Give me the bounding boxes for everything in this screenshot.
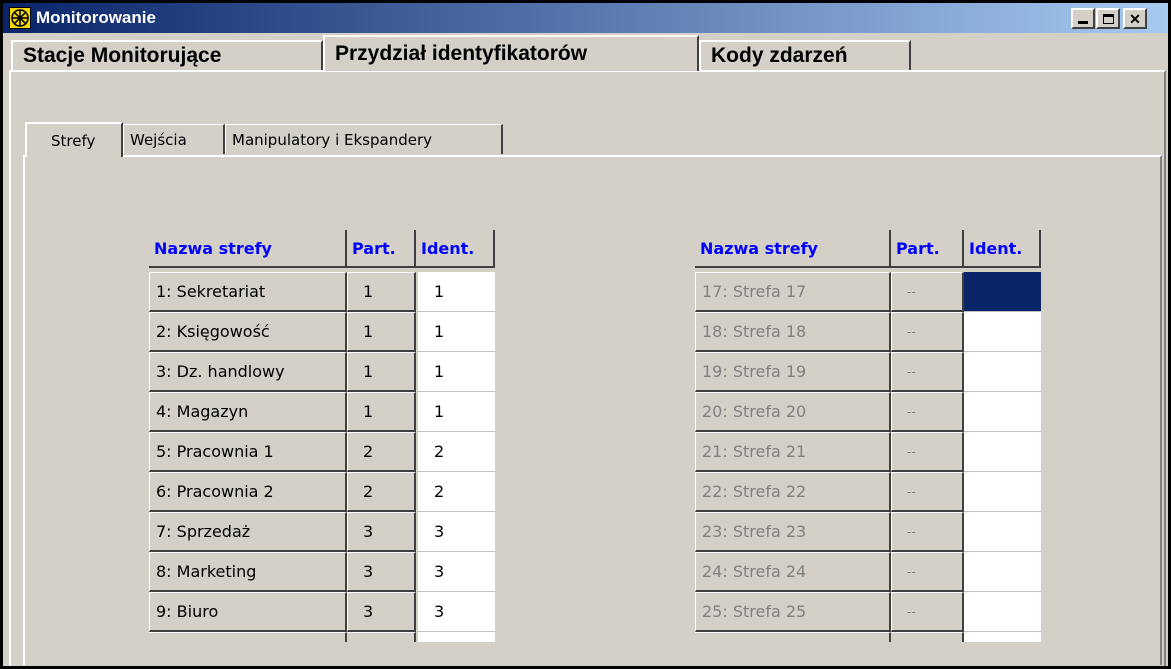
zone-ident-cell[interactable]: [964, 432, 1041, 472]
header-part: Part.: [891, 230, 964, 268]
zone-part-cell: 1: [347, 352, 416, 392]
partial-row: [418, 632, 495, 642]
zone-ident-cell[interactable]: [964, 552, 1041, 592]
zone-ident-cell[interactable]: 3: [418, 512, 495, 552]
zone-name-cell: 17: Strefa 17: [695, 272, 891, 312]
partial-row: [695, 632, 891, 642]
zone-ident-cell[interactable]: 1: [418, 392, 495, 432]
zone-name-cell: 19: Strefa 19: [695, 352, 891, 392]
zone-part-cell: --: [891, 272, 964, 312]
monitor-wheel-icon[interactable]: [9, 7, 31, 29]
title-bar[interactable]: Monitorowanie ✕: [3, 3, 1168, 33]
zone-part-cell: --: [891, 312, 964, 352]
tab-label: Wejścia: [130, 130, 187, 149]
zone-name-cell: 1: Sekretariat: [149, 272, 347, 312]
zone-part-cell: 2: [347, 432, 416, 472]
zone-part-cell: --: [891, 432, 964, 472]
header-part: Part.: [347, 230, 416, 268]
zone-part-cell: --: [891, 392, 964, 432]
tab-label: Strefy: [51, 131, 96, 150]
zone-ident-cell[interactable]: [964, 512, 1041, 552]
tab-strefy[interactable]: Strefy: [25, 122, 123, 157]
minimize-icon: [1078, 21, 1088, 24]
zone-part-cell: --: [891, 552, 964, 592]
partial-row: [891, 632, 964, 642]
zone-part-cell: --: [891, 592, 964, 632]
zone-name-cell: 5: Pracownia 1: [149, 432, 347, 472]
zone-ident-cell[interactable]: 3: [418, 552, 495, 592]
partial-row: [347, 632, 416, 642]
zone-name-cell: 22: Strefa 22: [695, 472, 891, 512]
zone-name-cell: 8: Marketing: [149, 552, 347, 592]
tab-label: Manipulatory i Ekspandery: [232, 130, 432, 149]
minimize-button[interactable]: [1071, 8, 1095, 29]
zone-part-cell: 1: [347, 392, 416, 432]
zone-ident-cell[interactable]: 1: [418, 312, 495, 352]
zone-ident-cell[interactable]: [964, 592, 1041, 632]
tab-stacje-monitorujace[interactable]: Stacje Monitorujące: [11, 40, 323, 70]
zone-ident-cell[interactable]: 2: [418, 472, 495, 512]
tab-manipulatory-i-ekspandery[interactable]: Manipulatory i Ekspandery: [225, 124, 503, 154]
zone-name-cell: 24: Strefa 24: [695, 552, 891, 592]
zone-ident-cell[interactable]: [964, 352, 1041, 392]
zone-ident-cell[interactable]: 1: [418, 272, 495, 312]
zone-name-cell: 25: Strefa 25: [695, 592, 891, 632]
header-ident: Ident.: [964, 230, 1041, 268]
zone-ident-cell-selected[interactable]: [964, 272, 1041, 312]
zone-part-cell: 3: [347, 592, 416, 632]
tab-wejscia[interactable]: Wejścia: [123, 124, 225, 154]
window-title: Monitorowanie: [36, 8, 156, 27]
zone-part-cell: --: [891, 472, 964, 512]
zone-name-cell: 2: Księgowość: [149, 312, 347, 352]
close-icon: ✕: [1129, 10, 1141, 27]
zone-name-cell: 6: Pracownia 2: [149, 472, 347, 512]
zones-grid-left: Nazwa strefy Part. Ident. 1: Sekretariat…: [149, 230, 495, 666]
zone-ident-cell[interactable]: 1: [418, 352, 495, 392]
monitorowanie-window: Monitorowanie ✕ Stacje Monitorujące Przy…: [0, 0, 1171, 669]
zone-name-cell: 3: Dz. handlowy: [149, 352, 347, 392]
tab-label: Przydział identyfikatorów: [335, 42, 588, 65]
zone-name-cell: 4: Magazyn: [149, 392, 347, 432]
tab-kody-zdarzen[interactable]: Kody zdarzeń: [699, 40, 911, 70]
header-nazwa-strefy: Nazwa strefy: [149, 230, 347, 268]
header-ident: Ident.: [416, 230, 495, 268]
close-button[interactable]: ✕: [1123, 8, 1147, 29]
zone-name-cell: 7: Sprzedaż: [149, 512, 347, 552]
zone-ident-cell[interactable]: 2: [418, 432, 495, 472]
header-nazwa-strefy: Nazwa strefy: [695, 230, 891, 268]
zone-part-cell: 2: [347, 472, 416, 512]
zone-part-cell: 1: [347, 272, 416, 312]
zone-part-cell: --: [891, 352, 964, 392]
maximize-icon: [1102, 13, 1114, 24]
zone-part-cell: --: [891, 512, 964, 552]
zone-name-cell: 18: Strefa 18: [695, 312, 891, 352]
zone-ident-cell[interactable]: [964, 312, 1041, 352]
zone-ident-cell[interactable]: [964, 392, 1041, 432]
tab-przydzial-identyfikatorow[interactable]: Przydział identyfikatorów: [323, 35, 699, 71]
zones-grid-right: Nazwa strefy Part. Ident. 17: Strefa 17 …: [695, 230, 1041, 666]
tab-label: Kody zdarzeń: [711, 44, 848, 67]
tab-label: Stacje Monitorujące: [23, 44, 222, 67]
maximize-button[interactable]: [1096, 8, 1120, 29]
partial-row: [964, 632, 1041, 642]
zone-name-cell: 9: Biuro: [149, 592, 347, 632]
zone-ident-cell[interactable]: [964, 472, 1041, 512]
partial-row: [149, 632, 347, 642]
zone-ident-cell[interactable]: 3: [418, 592, 495, 632]
zone-part-cell: 3: [347, 512, 416, 552]
zone-part-cell: 3: [347, 552, 416, 592]
zone-name-cell: 20: Strefa 20: [695, 392, 891, 432]
zone-part-cell: 1: [347, 312, 416, 352]
zone-name-cell: 21: Strefa 21: [695, 432, 891, 472]
zone-name-cell: 23: Strefa 23: [695, 512, 891, 552]
